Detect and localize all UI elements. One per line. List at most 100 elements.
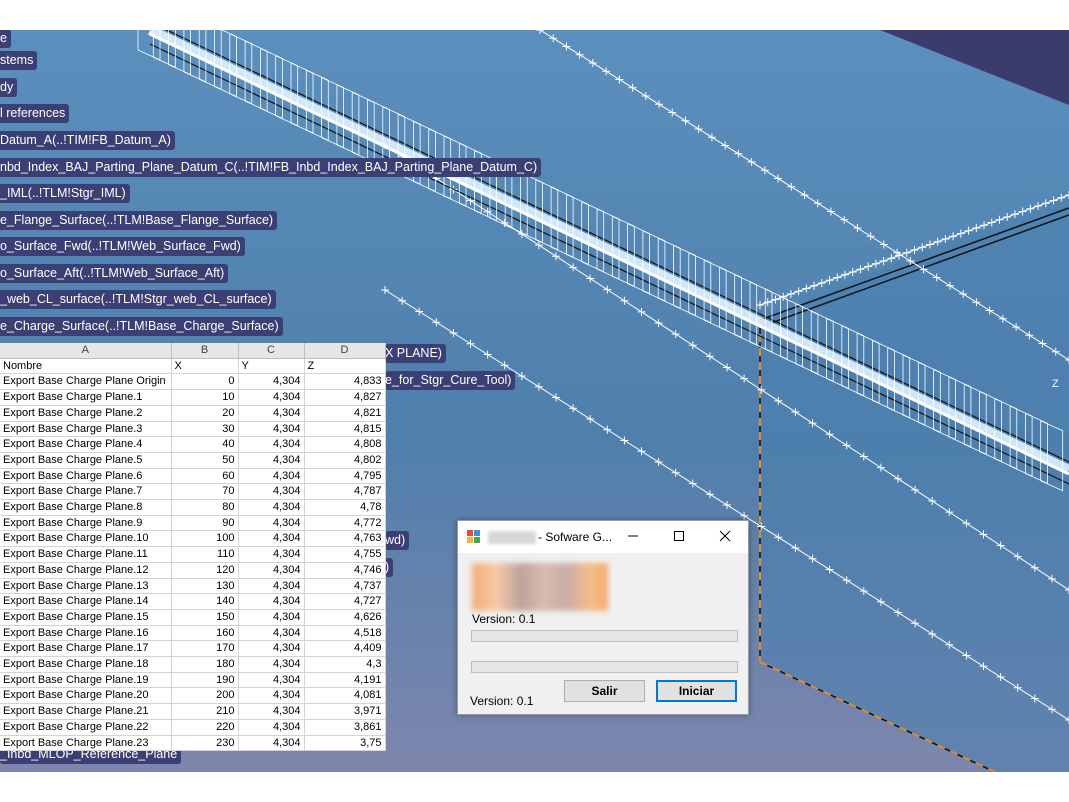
table-cell[interactable]: 4,304: [238, 703, 305, 720]
table-cell[interactable]: Export Base Charge Plane.14: [0, 593, 172, 610]
table-cell[interactable]: Export Base Charge Plane.18: [0, 656, 172, 673]
header-cell[interactable]: Y: [238, 358, 305, 375]
table-cell[interactable]: Export Base Charge Plane Origin: [0, 373, 172, 391]
minimize-button[interactable]: [610, 521, 656, 553]
table-cell[interactable]: 3,861: [304, 719, 386, 736]
table-cell[interactable]: 3,971: [304, 703, 386, 720]
tree-node[interactable]: e_Charge_Surface(..!TLM!Base_Charge_Surf…: [0, 317, 283, 336]
table-cell[interactable]: 110: [171, 546, 239, 563]
table-cell[interactable]: Export Base Charge Plane.8: [0, 499, 172, 516]
table-cell[interactable]: Export Base Charge Plane.10: [0, 530, 172, 548]
table-cell[interactable]: 170: [171, 640, 239, 658]
table-cell[interactable]: 4,727: [304, 593, 386, 610]
table-cell[interactable]: Export Base Charge Plane.12: [0, 562, 172, 579]
table-cell[interactable]: 30: [171, 421, 239, 438]
table-cell[interactable]: 4,304: [238, 530, 305, 548]
table-cell[interactable]: Export Base Charge Plane.23: [0, 735, 172, 752]
table-cell[interactable]: 210: [171, 703, 239, 720]
table-cell[interactable]: 4,821: [304, 405, 386, 422]
table-cell[interactable]: 160: [171, 625, 239, 642]
table-cell[interactable]: 230: [171, 735, 239, 752]
table-cell[interactable]: 4,409: [304, 640, 386, 658]
table-cell[interactable]: Export Base Charge Plane.4: [0, 436, 172, 453]
table-cell[interactable]: 4,304: [238, 672, 305, 689]
table-cell[interactable]: 80: [171, 499, 239, 516]
tree-node-partial[interactable]: e_for_Stgr_Cure_Tool): [385, 371, 516, 390]
table-cell[interactable]: Export Base Charge Plane.13: [0, 578, 172, 595]
table-cell[interactable]: 4,795: [304, 468, 386, 485]
dialog-titlebar[interactable]: - Sofware G...: [458, 521, 748, 553]
table-cell[interactable]: 3,75: [304, 735, 386, 752]
table-cell[interactable]: 10: [171, 389, 239, 406]
table-cell[interactable]: 4,304: [238, 373, 305, 391]
column-letter[interactable]: A: [0, 343, 172, 359]
table-cell[interactable]: 4,304: [238, 483, 305, 501]
table-cell[interactable]: 4,626: [304, 609, 386, 626]
table-cell[interactable]: 180: [171, 656, 239, 673]
table-cell[interactable]: 40: [171, 436, 239, 453]
table-cell[interactable]: 4,78: [304, 499, 386, 516]
table-cell[interactable]: 4,304: [238, 515, 305, 532]
table-cell[interactable]: 4,081: [304, 687, 386, 705]
table-cell[interactable]: 4,304: [238, 735, 305, 752]
table-cell[interactable]: 100: [171, 530, 239, 548]
tree-node[interactable]: e: [0, 30, 11, 48]
tree-node[interactable]: stems: [0, 51, 38, 70]
table-cell[interactable]: Export Base Charge Plane.9: [0, 515, 172, 532]
table-cell[interactable]: 140: [171, 593, 239, 610]
table-cell[interactable]: Export Base Charge Plane.1: [0, 389, 172, 406]
tree-node[interactable]: l references: [0, 104, 70, 123]
table-cell[interactable]: 130: [171, 578, 239, 595]
table-cell[interactable]: Export Base Charge Plane.19: [0, 672, 172, 689]
table-cell[interactable]: Export Base Charge Plane.2: [0, 405, 172, 422]
table-cell[interactable]: 4,833: [304, 373, 386, 391]
table-cell[interactable]: Export Base Charge Plane.15: [0, 609, 172, 626]
table-cell[interactable]: 4,827: [304, 389, 386, 406]
table-cell[interactable]: Export Base Charge Plane.17: [0, 640, 172, 658]
table-cell[interactable]: 20: [171, 405, 239, 422]
table-cell[interactable]: 60: [171, 468, 239, 485]
tree-node[interactable]: nbd_Index_BAJ_Parting_Plane_Datum_C(..!T…: [0, 158, 542, 177]
tree-node[interactable]: e_Flange_Surface(..!TLM!Base_Flange_Surf…: [0, 211, 278, 230]
table-cell[interactable]: 4,304: [238, 719, 305, 736]
close-button[interactable]: [702, 521, 748, 553]
header-cell[interactable]: X: [171, 358, 239, 375]
column-letter[interactable]: D: [304, 343, 386, 359]
table-cell[interactable]: 4,191: [304, 672, 386, 689]
header-cell[interactable]: Z: [304, 358, 386, 375]
table-cell[interactable]: 4,304: [238, 499, 305, 516]
table-cell[interactable]: 4,518: [304, 625, 386, 642]
column-letter[interactable]: C: [238, 343, 305, 359]
table-cell[interactable]: 4,304: [238, 593, 305, 610]
header-cell[interactable]: Nombre: [0, 358, 172, 375]
spreadsheet[interactable]: A B C D Nombre X Y Z Export Base Charge Plane Or…: [0, 343, 386, 752]
table-cell[interactable]: 4,304: [238, 452, 305, 469]
table-cell[interactable]: 4,746: [304, 562, 386, 579]
maximize-button[interactable]: [656, 521, 702, 553]
tree-node[interactable]: Datum_A(..!TIM!FB_Datum_A): [0, 131, 175, 150]
tree-node[interactable]: o_Surface_Fwd(..!TLM!Web_Surface_Fwd): [0, 237, 245, 256]
table-cell[interactable]: Export Base Charge Plane.11: [0, 546, 172, 563]
table-cell[interactable]: Export Base Charge Plane.21: [0, 703, 172, 720]
table-cell[interactable]: 4,304: [238, 609, 305, 626]
table-cell[interactable]: Export Base Charge Plane.16: [0, 625, 172, 642]
table-cell[interactable]: 4,304: [238, 389, 305, 406]
start-button[interactable]: Iniciar: [656, 680, 737, 702]
tree-node-partial[interactable]: wd): [385, 531, 410, 550]
tree-node[interactable]: _web_CL_surface(..!TLM!Stgr_web_CL_surfa…: [0, 290, 276, 309]
table-cell[interactable]: 190: [171, 672, 239, 689]
table-cell[interactable]: 90: [171, 515, 239, 532]
table-cell[interactable]: 4,772: [304, 515, 386, 532]
table-cell[interactable]: 220: [171, 719, 239, 736]
table-cell[interactable]: 70: [171, 483, 239, 501]
table-cell[interactable]: Export Base Charge Plane.20: [0, 687, 172, 705]
tree-node-partial[interactable]: X PLANE): [385, 344, 446, 363]
table-cell[interactable]: 4,304: [238, 546, 305, 563]
table-cell[interactable]: 150: [171, 609, 239, 626]
table-cell[interactable]: 4,815: [304, 421, 386, 438]
table-cell[interactable]: 4,755: [304, 546, 386, 563]
table-cell[interactable]: 4,802: [304, 452, 386, 469]
table-cell[interactable]: 4,304: [238, 562, 305, 579]
table-cell[interactable]: Export Base Charge Plane.22: [0, 719, 172, 736]
tree-node[interactable]: o_Surface_Aft(..!TLM!Web_Surface_Aft): [0, 264, 229, 283]
